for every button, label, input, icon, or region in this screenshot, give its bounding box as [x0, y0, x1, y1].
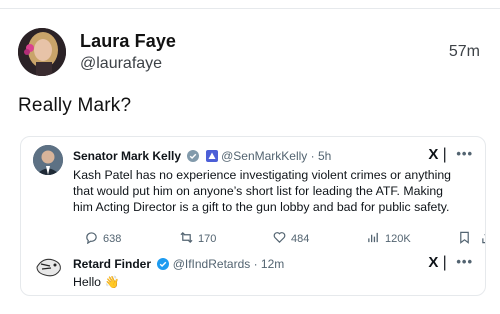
verified-badge-icon — [187, 150, 200, 165]
author-name[interactable]: Laura Faye — [80, 31, 176, 52]
government-badge-icon — [205, 150, 218, 165]
reply-author-name[interactable]: Retard Finder — [73, 257, 151, 271]
reply-text: Hello — [73, 275, 102, 289]
reply-count: 638 — [103, 233, 122, 245]
like-icon — [273, 231, 286, 247]
reply-author-meta[interactable]: @IfIndRetards · 12m — [173, 257, 285, 271]
quoted-action-bar: 638 170 484 120K — [85, 231, 485, 247]
views-action[interactable]: 120K — [367, 231, 411, 247]
verified-badge-icon — [157, 258, 170, 273]
quoted-text: Kash Patel has no experience investigati… — [73, 168, 452, 214]
quoted-author-avatar[interactable] — [33, 145, 63, 175]
author-handle[interactable]: @laurafaye — [80, 55, 162, 73]
share-action[interactable] — [481, 231, 485, 247]
quoted-author-name[interactable]: Senator Mark Kelly — [73, 149, 181, 163]
x-logo-icon[interactable]: X❘ — [428, 253, 451, 271]
repost-count: 170 — [198, 233, 217, 245]
post-text: Really Mark? — [18, 95, 132, 116]
quoted-header: Senator Mark Kelly @SenMarkKelly · 5h — [73, 149, 473, 165]
share-icon — [481, 231, 485, 247]
post-time[interactable]: 57m — [449, 43, 480, 61]
views-count: 120K — [385, 233, 411, 245]
top-divider — [0, 8, 500, 9]
quoted-author-meta[interactable]: @SenMarkKelly · 5h — [221, 149, 331, 163]
repost-action[interactable]: 170 — [180, 231, 216, 247]
x-logo-icon[interactable]: X❘ — [428, 145, 451, 163]
reply-header: Retard Finder @IfIndRetards · 12m — [73, 257, 284, 273]
reply-action[interactable]: 638 — [85, 231, 121, 247]
reply-author-avatar[interactable] — [33, 253, 65, 281]
repost-icon — [180, 231, 193, 247]
reply-icon — [85, 231, 98, 247]
like-action[interactable]: 484 — [273, 231, 309, 247]
embedded-tweet-card[interactable]: Senator Mark Kelly @SenMarkKelly · 5h X❘… — [20, 136, 486, 296]
more-options-icon[interactable]: ••• — [456, 254, 473, 269]
waving-hand-icon: 👋 — [104, 275, 120, 289]
more-options-icon[interactable]: ••• — [456, 146, 473, 161]
reply-text-line: Hello 👋 — [73, 275, 119, 289]
views-icon — [367, 231, 380, 247]
bookmark-icon — [458, 231, 471, 247]
bookmark-action[interactable] — [458, 231, 471, 247]
author-avatar[interactable] — [18, 28, 66, 76]
post-header: Laura Faye @laurafaye 57m — [18, 28, 488, 78]
like-count: 484 — [291, 233, 310, 245]
